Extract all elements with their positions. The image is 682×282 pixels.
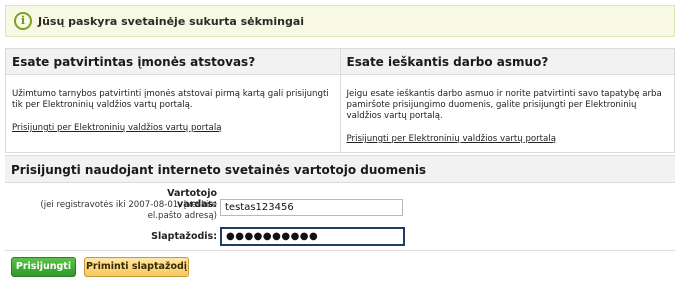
company-rep-evv-link[interactable]: Prisijungti per Elektroninių valdžios va…: [12, 123, 221, 133]
info-icon: i: [14, 12, 32, 30]
remind-password-button[interactable]: Priminti slaptažodį: [84, 257, 189, 277]
company-rep-panel: Esate patvirtintas įmonės atstovas? Užim…: [6, 49, 340, 152]
login-form: Prisijungti naudojant interneto svetainė…: [5, 155, 675, 251]
company-rep-title: Esate patvirtintas įmonės atstovas?: [6, 49, 340, 75]
jobseeker-evv-link[interactable]: Prisijungti per Elektroninių valdžios va…: [347, 134, 556, 144]
password-input[interactable]: ●●●●●●●●●●: [220, 227, 405, 246]
jobseeker-title: Esate ieškantis darbo asmuo?: [340, 49, 674, 75]
login-form-title: Prisijungti naudojant interneto svetainė…: [5, 155, 675, 183]
notice-text: Jūsų paskyra svetainėje sukurta sėkminga…: [38, 14, 305, 28]
company-rep-text: Užimtumo tarnybos patvirtinti įmonės ats…: [12, 89, 329, 110]
success-notice: i Jūsų paskyra svetainėje sukurta sėkmin…: [5, 5, 675, 37]
login-options: Esate patvirtintas įmonės atstovas? Užim…: [5, 48, 675, 153]
username-hint: (jei registravotės iki 2007-08-01, įvesk…: [40, 200, 217, 221]
password-label: Slaptažodis:: [151, 231, 217, 242]
login-button[interactable]: Prisijungti: [11, 257, 76, 277]
jobseeker-panel: Esate ieškantis darbo asmuo? Jeigu esate…: [339, 49, 674, 152]
username-input[interactable]: testas123456: [220, 199, 403, 216]
jobseeker-text: Jeigu esate ieškantis darbo asmuo ir nor…: [346, 89, 662, 121]
